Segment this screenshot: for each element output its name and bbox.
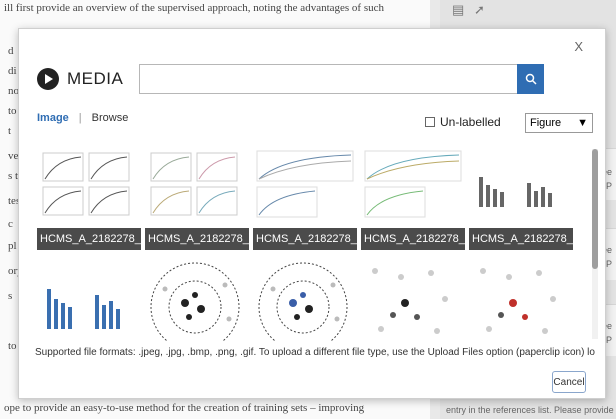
play-circle-icon — [37, 68, 59, 90]
tab-browse[interactable]: Browse — [92, 112, 129, 124]
media-thumbnail[interactable]: HCMS_A_2182278_F... — [253, 147, 357, 250]
figure-preview — [258, 262, 348, 341]
doc-fragment: t — [8, 125, 12, 137]
supported-formats-note: Supported file formats: .jpeg, .jpg, .bm… — [35, 347, 595, 358]
media-tabs: Image | Browse — [37, 112, 128, 124]
unlabelled-checkbox[interactable]: Un-labelled — [425, 115, 501, 129]
doc-fragment: s t — [8, 170, 19, 182]
figure-preview — [256, 150, 354, 218]
thumbnail-caption: HCMS_A_2182278_F... — [469, 228, 573, 250]
media-thumbnail[interactable] — [37, 259, 141, 341]
figure-preview — [47, 289, 120, 329]
media-dialog: X MEDIA Image | Browse Un-labelled Figur… — [18, 28, 606, 399]
media-thumbnail[interactable] — [145, 259, 249, 341]
checkbox-box[interactable] — [425, 117, 435, 127]
thumbnail-caption: HCMS_A_2182278_F... — [37, 228, 141, 250]
doc-fragment: to — [8, 340, 17, 352]
figure-preview — [372, 268, 448, 334]
media-thumbnail[interactable]: HCMS_A_2182278_F... — [469, 147, 573, 250]
doc-fragment: ve — [8, 150, 19, 162]
figure-preview — [150, 262, 240, 341]
doc-fragment: d — [8, 45, 14, 57]
dialog-title: MEDIA — [67, 69, 124, 88]
grid-scrollbar[interactable] — [592, 149, 598, 339]
pin-icon[interactable]: ➚ — [474, 2, 485, 18]
close-icon[interactable]: X — [574, 39, 583, 54]
doc-line-bottom: ope to provide an easy-to-use method for… — [4, 402, 365, 414]
media-thumbnail[interactable]: HCMS_A_2182278_F... — [37, 147, 141, 250]
media-thumbnail[interactable]: HCMS_A_2182278_F... — [145, 147, 249, 250]
doc-fragment: di — [8, 65, 17, 77]
search-icon — [525, 73, 537, 85]
scrollbar-thumb[interactable] — [592, 149, 598, 269]
thumbnail-grid: HCMS_A_2182278_F... HCMS_A_2182278_F... … — [37, 147, 597, 342]
figure-preview — [364, 150, 462, 218]
tab-image[interactable]: Image — [37, 112, 69, 124]
tab-separator: | — [78, 112, 82, 124]
figure-preview — [480, 268, 556, 334]
thumbnail-caption: HCMS_A_2182278_F... — [361, 228, 465, 250]
media-thumbnail[interactable] — [361, 259, 465, 341]
search-button[interactable] — [517, 64, 544, 94]
comment-icon[interactable]: ▤ — [452, 2, 464, 18]
media-search-input[interactable] — [139, 64, 517, 94]
figure-preview — [42, 152, 130, 216]
media-thumbnail[interactable] — [469, 259, 573, 341]
figure-type-select[interactable]: Figure ▼ — [525, 113, 593, 133]
doc-fragment: s — [8, 290, 13, 302]
doc-line-top: ill first provide an overview of the sup… — [4, 2, 384, 14]
figure-preview — [479, 177, 552, 207]
figure-preview — [150, 152, 238, 216]
media-thumbnail[interactable]: HCMS_A_2182278_F... — [361, 147, 465, 250]
cancel-button[interactable]: Cancel — [552, 371, 586, 393]
doc-fragment: pl — [8, 240, 17, 252]
thumbnail-caption: HCMS_A_2182278_F... — [145, 228, 249, 250]
media-thumbnail[interactable] — [253, 259, 357, 341]
unlabelled-label: Un-labelled — [440, 115, 501, 129]
figure-select-value: Figure — [530, 117, 562, 129]
doc-fragment: to — [8, 105, 17, 117]
thumbnail-caption: HCMS_A_2182278_F... — [253, 228, 357, 250]
media-header: MEDIA — [37, 68, 123, 90]
chevron-down-icon: ▼ — [577, 117, 588, 129]
doc-fragment: c — [8, 218, 13, 230]
comment-footer: entry in the references list. Please pro… — [446, 405, 616, 415]
